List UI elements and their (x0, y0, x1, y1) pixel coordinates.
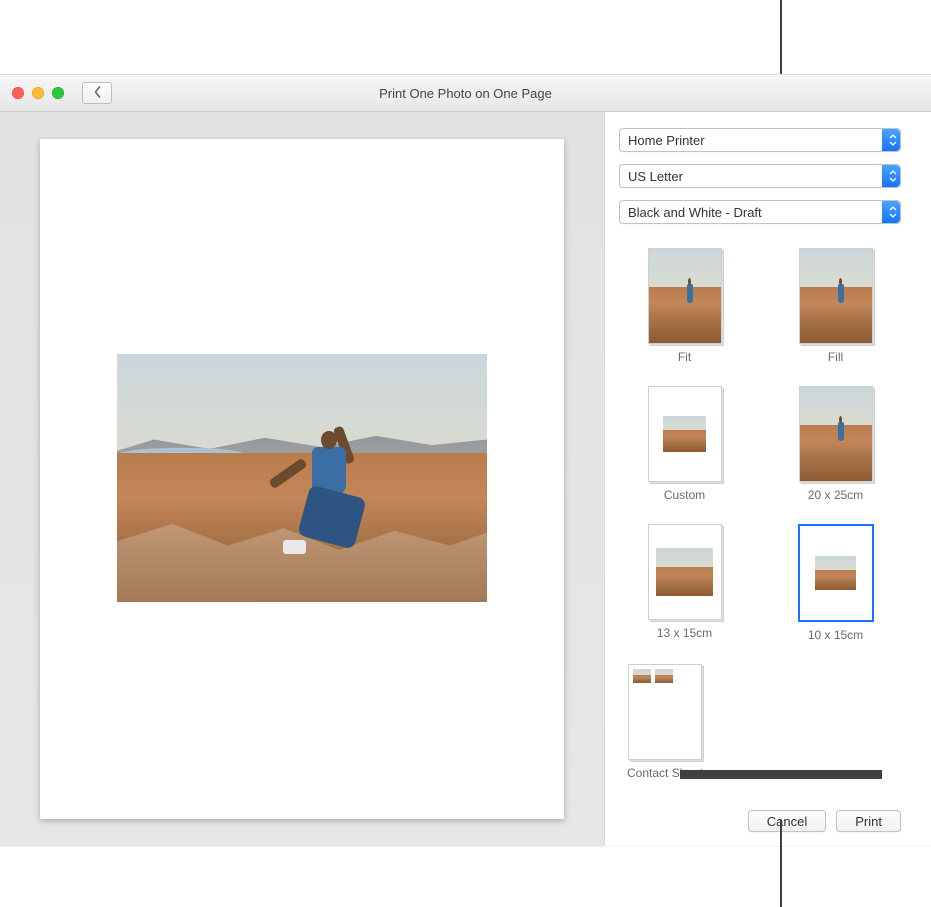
layout-20x25[interactable]: 20 x 25cm (799, 386, 873, 502)
layout-fit-label: Fit (678, 350, 691, 364)
layout-10x15-thumb (798, 524, 874, 622)
layout-20x25-label: 20 x 25cm (808, 488, 863, 502)
select-arrows-icon (889, 206, 897, 218)
annotation-line-bottom (780, 820, 782, 907)
layout-13x15-label: 13 x 15cm (657, 626, 712, 640)
layout-fill-thumb (799, 248, 873, 344)
layout-fill-label: Fill (828, 350, 843, 364)
layout-fit[interactable]: Fit (648, 248, 722, 364)
layout-13x15-thumb (648, 524, 722, 620)
quality-value: Black and White - Draft (628, 205, 762, 220)
printer-select-value: Home Printer (628, 133, 705, 148)
layout-custom[interactable]: Custom (648, 386, 722, 502)
paper-size-select[interactable]: US Letter (619, 164, 901, 188)
titlebar: Print One Photo on One Page (0, 75, 931, 112)
page-preview (40, 139, 564, 819)
layout-fill[interactable]: Fill (799, 248, 873, 364)
layout-20x25-thumb (799, 386, 873, 482)
layout-custom-label: Custom (664, 488, 705, 502)
quality-select[interactable]: Black and White - Draft (619, 200, 901, 224)
layout-contact-thumb (628, 664, 702, 760)
layout-custom-thumb (648, 386, 722, 482)
layout-fit-thumb (648, 248, 722, 344)
print-dialog-window: Print One Photo on One Page Home Printer (0, 74, 931, 846)
select-arrows-icon (889, 134, 897, 146)
layout-10x15-label: 10 x 15cm (808, 628, 863, 642)
layout-options: Fit Fill Custom 20 x 25cm 13 x 15cm (619, 248, 901, 780)
print-button-label: Print (855, 814, 882, 829)
annotation-bracket (680, 770, 882, 779)
select-arrows-icon (889, 170, 897, 182)
content-area: Home Printer US Letter Black and White -… (0, 112, 931, 846)
cancel-button[interactable]: Cancel (748, 810, 826, 832)
window-title: Print One Photo on One Page (0, 86, 931, 101)
layout-contact-sheet[interactable]: Contact Sheet (627, 664, 703, 780)
printer-select[interactable]: Home Printer (619, 128, 901, 152)
photo-image (117, 354, 487, 602)
layout-10x15[interactable]: 10 x 15cm (798, 524, 874, 642)
preview-pane (0, 112, 604, 846)
settings-pane: Home Printer US Letter Black and White -… (604, 112, 931, 846)
layout-13x15[interactable]: 13 x 15cm (648, 524, 722, 642)
photo-preview (117, 354, 487, 602)
print-button[interactable]: Print (836, 810, 901, 832)
cancel-button-label: Cancel (767, 814, 807, 829)
paper-size-value: US Letter (628, 169, 683, 184)
dialog-buttons: Cancel Print (619, 796, 901, 832)
